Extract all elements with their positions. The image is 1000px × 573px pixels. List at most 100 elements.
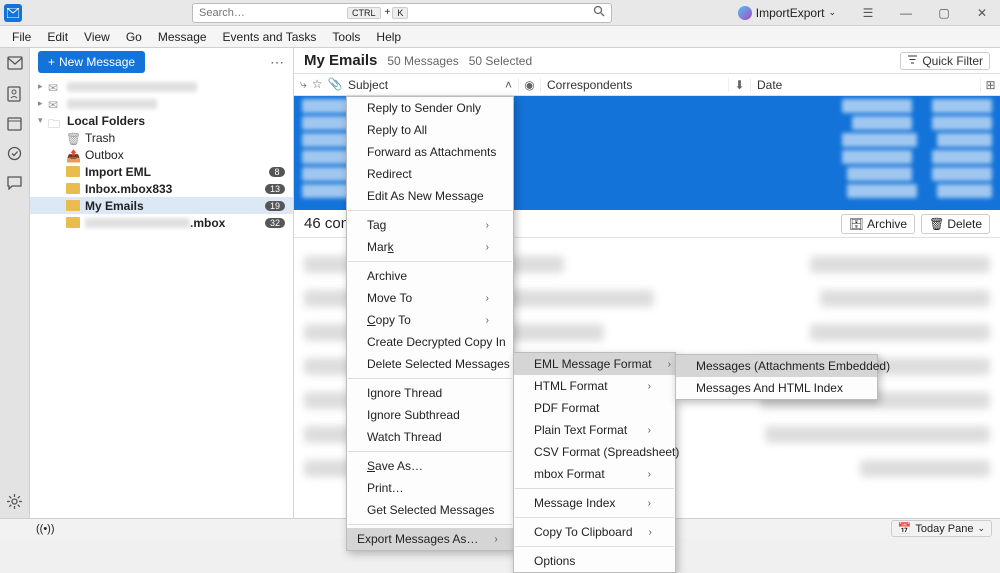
global-search[interactable]: CTRL + K [192,3,612,23]
menu-events-tasks[interactable]: Events and Tasks [215,28,325,46]
menu-message[interactable]: Message [150,28,215,46]
quick-filter-button[interactable]: Quick Filter [900,52,990,70]
menu-view[interactable]: View [76,28,118,46]
folder-pane-options[interactable]: ⋯ [270,54,285,71]
ctx-messages-html-index[interactable]: Messages And HTML Index [676,377,877,399]
ctx-mark[interactable]: Mark› [347,236,513,258]
ctx-create-decrypted[interactable]: Create Decrypted Copy In [347,331,513,353]
ctx-csv-format[interactable]: CSV Format (Spreadsheet) [514,441,675,463]
kbd-ctrl: CTRL [347,7,381,19]
ctx-save-as[interactable]: Save As… [347,455,513,477]
folder-icon [66,200,80,211]
unread-badge: 19 [265,201,285,211]
ctx-plain-text-format[interactable]: Plain Text Format› [514,419,675,441]
ctx-options[interactable]: Options [514,550,675,572]
thread-column-icon[interactable]: ⤷ [300,77,307,92]
folder-icon [66,166,80,177]
account-row-1[interactable]: ▸✉ [30,78,293,95]
ctx-ignore-thread[interactable]: Ignore Thread [347,382,513,404]
export-format-menu: EML Message Format› HTML Format› PDF For… [513,352,676,573]
ctx-forward-attachments[interactable]: Forward as Attachments [347,141,513,163]
address-book-icon[interactable] [7,86,23,102]
window-minimize[interactable]: — [892,3,920,23]
ctx-ignore-subthread[interactable]: Ignore Subthread [347,404,513,426]
ctx-tag[interactable]: Tag› [347,214,513,236]
ctx-move-to[interactable]: Move To› [347,287,513,309]
subject-column[interactable]: Subject˄ [342,78,518,92]
menu-go[interactable]: Go [118,28,150,46]
menu-edit[interactable]: Edit [39,28,76,46]
ctx-eml-format[interactable]: EML Message Format› [514,353,675,375]
correspondents-column[interactable]: Correspondents [540,78,728,92]
submenu-arrow-icon: › [478,534,497,545]
mail-icon[interactable] [7,56,23,72]
ctx-message-index[interactable]: Message Index› [514,492,675,514]
column-headers: ⤷ ☆ 📎 Subject˄ ◉ Correspondents ⬇ Date ⊞ [294,74,1000,96]
inbox-mbox-folder[interactable]: Inbox.mbox83313 [30,180,293,197]
ctx-edit-new[interactable]: Edit As New Message [347,185,513,207]
search-input[interactable] [193,7,347,19]
trash-icon: 🗑 [929,217,944,231]
ctx-export-messages[interactable]: Export Messages As…› [347,528,513,550]
message-context-menu: Reply to Sender Only Reply to All Forwar… [346,96,514,551]
search-icon[interactable] [587,5,611,20]
chat-icon[interactable] [7,176,23,192]
submenu-arrow-icon: › [632,381,651,392]
ctx-watch-thread[interactable]: Watch Thread [347,426,513,448]
read-column-icon[interactable]: ◉ [518,78,540,92]
sort-asc-icon: ˄ [505,78,512,92]
new-message-button[interactable]: + New Message [38,51,145,73]
ctx-delete-selected[interactable]: Delete Selected Messages [347,353,513,375]
menubar: File Edit View Go Message Events and Tas… [0,26,1000,48]
activity-indicator-icon[interactable]: ((•)) [36,523,55,535]
mbox-folder[interactable]: .mbox32 [30,214,293,231]
menu-tools[interactable]: Tools [324,28,368,46]
date-column[interactable]: Date [750,78,980,92]
tasks-icon[interactable] [7,146,23,162]
folder-pane: + New Message ⋯ ▸✉ ▸✉ ▾🗀Local Folders 🗑T… [30,48,294,518]
ctx-messages-embedded[interactable]: Messages (Attachments Embedded) [676,355,877,377]
hamburger-menu[interactable]: ☰ [854,3,882,23]
delete-button[interactable]: 🗑Delete [921,214,990,234]
settings-icon[interactable] [7,494,23,510]
import-export-button[interactable]: ImportExport ⌄ [730,4,844,22]
menu-file[interactable]: File [4,28,39,46]
filter-icon [907,54,918,68]
account-row-2[interactable]: ▸✉ [30,95,293,112]
plus-icon: + [48,55,55,69]
archive-icon: 🗄 [849,217,864,231]
column-picker-icon[interactable]: ⊞ [980,78,1000,92]
submenu-arrow-icon: › [470,220,489,231]
import-eml-folder[interactable]: Import EML8 [30,163,293,180]
ctx-mbox-format[interactable]: mbox Format› [514,463,675,485]
outbox-icon: 📤 [66,149,80,160]
window-maximize[interactable]: ▢ [930,3,958,23]
junk-column-icon[interactable]: ⬇ [728,78,750,92]
submenu-arrow-icon: › [632,498,651,509]
import-export-icon [738,6,752,20]
ctx-reply-sender[interactable]: Reply to Sender Only [347,97,513,119]
ctx-print[interactable]: Print… [347,477,513,499]
local-folders-row[interactable]: ▾🗀Local Folders [30,112,293,129]
ctx-redirect[interactable]: Redirect [347,163,513,185]
archive-button[interactable]: 🗄Archive [841,214,915,234]
chevron-down-icon: ⌄ [977,523,985,534]
ctx-copy-to[interactable]: Copy To› [347,309,513,331]
ctx-copy-clipboard[interactable]: Copy To Clipboard› [514,521,675,543]
ctx-reply-all[interactable]: Reply to All [347,119,513,141]
today-pane-button[interactable]: 📅 Today Pane ⌄ [891,520,992,537]
attachment-column-icon[interactable]: 📎 [328,77,343,92]
ctx-archive[interactable]: Archive [347,265,513,287]
ctx-pdf-format[interactable]: PDF Format [514,397,675,419]
ctx-html-format[interactable]: HTML Format› [514,375,675,397]
outbox-folder[interactable]: 📤Outbox [30,146,293,163]
calendar-icon: 📅 [898,522,912,535]
account-icon: ✉ [48,81,62,92]
my-emails-folder[interactable]: My Emails19 [30,197,293,214]
menu-help[interactable]: Help [368,28,409,46]
window-close[interactable]: ✕ [968,3,996,23]
calendar-icon[interactable] [7,116,23,132]
ctx-get-selected[interactable]: Get Selected Messages [347,499,513,521]
trash-folder[interactable]: 🗑Trash [30,129,293,146]
star-column-icon[interactable]: ☆ [312,77,323,92]
